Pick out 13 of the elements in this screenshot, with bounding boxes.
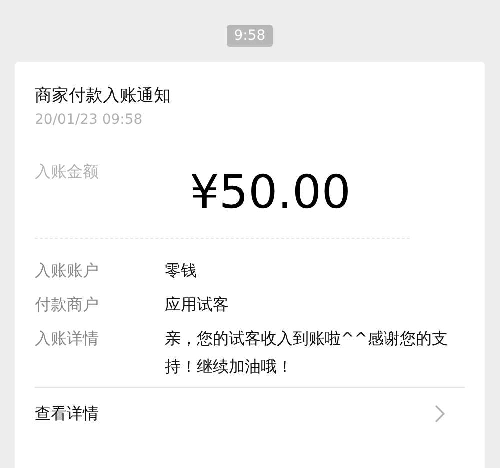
field-value: 零钱: [165, 260, 198, 282]
card-title: 商家付款入账通知: [35, 85, 172, 108]
card-date: 20/01/23 09:58: [35, 111, 144, 130]
amount: ¥50.00: [190, 164, 351, 221]
field-label: 付款商户: [35, 294, 100, 316]
field-value: 应用试客: [165, 294, 230, 316]
field-value: 亲，您的试客收入到账啦^^感谢您的支持！继续加油哦！: [165, 328, 449, 378]
chevron-right-icon: [435, 404, 445, 422]
time-stamp: 9:58: [227, 25, 273, 47]
field-label: 入账账户: [35, 260, 100, 282]
amount-label: 入账金额: [35, 161, 100, 183]
view-details-link[interactable]: 查看详情: [35, 402, 99, 426]
field-label: 入账详情: [35, 328, 100, 350]
